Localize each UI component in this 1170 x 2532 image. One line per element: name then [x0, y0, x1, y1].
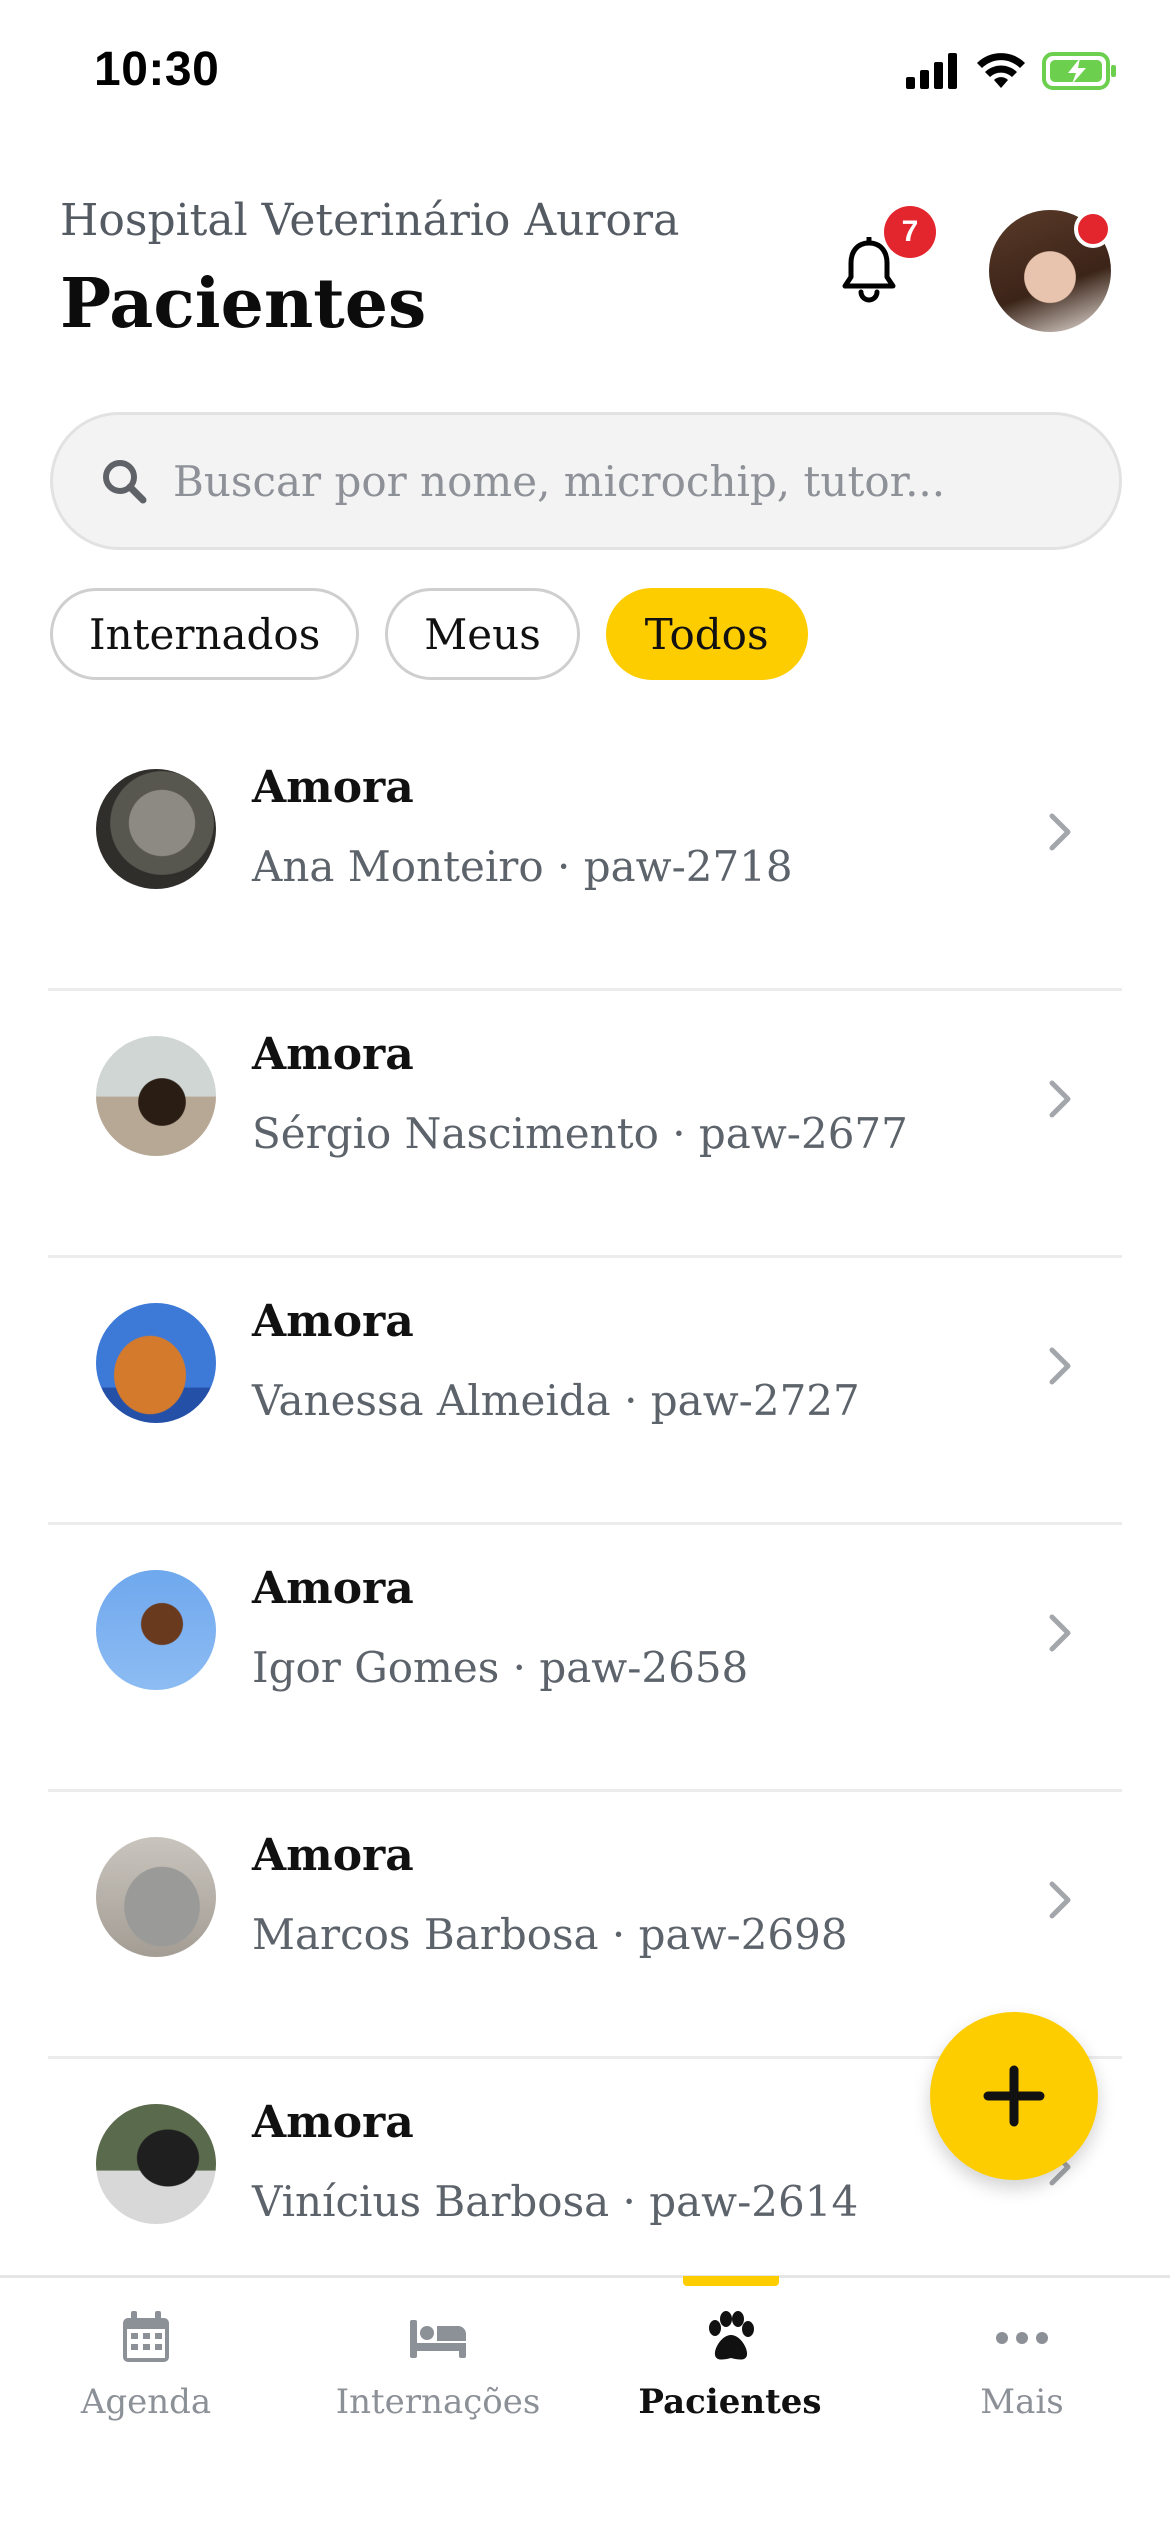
plus-icon	[983, 2065, 1045, 2127]
tab-mais[interactable]: Mais	[876, 2308, 1168, 2498]
pet-photo	[96, 1837, 216, 1957]
tab-pacientes[interactable]: Pacientes	[584, 2308, 876, 2498]
pet-owner-id: Marcos Barbosa · paw-2698	[252, 1910, 848, 1959]
pet-owner-id: Ana Monteiro · paw-2718	[252, 842, 793, 891]
status-time: 10:30	[94, 43, 220, 96]
patient-row[interactable]: Amora Sérgio Nascimento · paw-2677	[48, 991, 1122, 1258]
chevron-right-icon	[1049, 1614, 1071, 1652]
active-tab-indicator	[683, 2276, 779, 2286]
pet-photo	[96, 1570, 216, 1690]
tab-label: Agenda	[80, 2382, 212, 2422]
search-bar[interactable]	[50, 412, 1122, 550]
chevron-right-icon	[1049, 1347, 1071, 1385]
pet-name: Amora	[252, 762, 414, 813]
pet-name: Amora	[252, 2097, 414, 2148]
pet-name: Amora	[252, 1296, 414, 1347]
pet-name: Amora	[252, 1830, 414, 1881]
hospital-name: Hospital Veterinário Aurora	[60, 195, 680, 246]
patient-row[interactable]: Amora Vanessa Almeida · paw-2727	[48, 1258, 1122, 1525]
chevron-right-icon	[1049, 813, 1071, 851]
battery-charging-icon	[1042, 52, 1116, 90]
pet-photo	[96, 2104, 216, 2224]
pet-photo	[96, 1036, 216, 1156]
status-icons	[906, 52, 1118, 90]
paw-icon	[709, 2311, 754, 2360]
pet-owner-id: Sérgio Nascimento · paw-2677	[252, 1109, 908, 1158]
tab-agenda[interactable]: Agenda	[0, 2308, 292, 2498]
tab-label: Pacientes	[638, 2382, 822, 2422]
patient-row[interactable]: Amora Ana Monteiro · paw-2718	[48, 724, 1122, 991]
status-bar: 10:30	[0, 0, 1170, 150]
patient-row[interactable]: Amora Igor Gomes · paw-2658	[48, 1525, 1122, 1792]
pet-photo	[96, 769, 216, 889]
patient-row[interactable]: Amora Marcos Barbosa · paw-2698	[48, 1792, 1122, 2059]
cellular-signal-icon	[906, 53, 957, 89]
wifi-icon	[977, 53, 1025, 88]
avatar-status-dot	[1074, 210, 1112, 248]
filter-todos[interactable]: Todos	[605, 588, 808, 680]
tab-label: Mais	[980, 2382, 1064, 2422]
pet-photo	[96, 1303, 216, 1423]
pet-owner-id: Igor Gomes · paw-2658	[252, 1643, 749, 1692]
pet-owner-id: Vinícius Barbosa · paw-2614	[252, 2177, 859, 2226]
notification-badge: 7	[884, 206, 936, 258]
search-input[interactable]	[173, 456, 1053, 506]
bed-icon	[410, 2320, 466, 2358]
page-title: Pacientes	[60, 264, 427, 344]
tab-label: Internações	[335, 2382, 541, 2422]
filter-chips: Internados Meus Todos	[50, 588, 808, 680]
search-icon	[103, 460, 147, 504]
page-header: Hospital Veterinário Aurora Pacientes	[60, 195, 679, 344]
tab-internacoes[interactable]: Internações	[292, 2308, 584, 2498]
pet-name: Amora	[252, 1563, 414, 1614]
chevron-right-icon	[1049, 1881, 1071, 1919]
filter-internados[interactable]: Internados	[50, 588, 360, 680]
home-indicator	[398, 2500, 772, 2512]
bottom-tab-bar: Agenda Internações Pacientes Mais	[0, 2275, 1170, 2532]
more-icon	[996, 2332, 1048, 2344]
pet-name: Amora	[252, 1029, 414, 1080]
add-patient-button[interactable]	[930, 2012, 1098, 2180]
filter-meus[interactable]: Meus	[385, 588, 580, 680]
calendar-icon	[123, 2311, 169, 2362]
pet-owner-id: Vanessa Almeida · paw-2727	[252, 1376, 860, 1425]
chevron-right-icon	[1049, 1080, 1071, 1118]
